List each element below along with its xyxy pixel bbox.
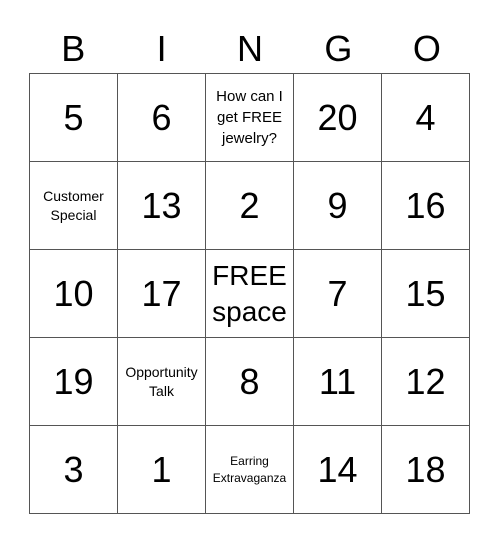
bingo-cell-r5-c1[interactable]: 3 (30, 426, 118, 514)
bingo-cell-r1-c1[interactable]: 5 (30, 74, 118, 162)
bingo-cell-r3-c4[interactable]: 7 (294, 250, 382, 338)
bingo-cell-text: 18 (405, 448, 446, 490)
bingo-cell-text: 6 (151, 96, 172, 138)
bingo-cell-r5-c3[interactable]: Earring Extravaganza (206, 426, 294, 514)
bingo-cell-text: 4 (415, 96, 436, 138)
bingo-card-grid: 5 6 How can I get FREE jewelry? 20 4 Customer… (29, 73, 470, 514)
bingo-cell-text: 9 (327, 184, 348, 226)
bingo-cell-r3-c5[interactable]: 15 (382, 250, 470, 338)
bingo-cell-r1-c4[interactable]: 20 (294, 74, 382, 162)
bingo-cell-r5-c2[interactable]: 1 (118, 426, 206, 514)
bingo-cell-text: Customer Special (43, 187, 104, 223)
header-letter-i: I (156, 28, 167, 69)
bingo-cell-r4-c2[interactable]: Opportunity Talk (118, 338, 206, 426)
bingo-cell-r3-c1[interactable]: 10 (30, 250, 118, 338)
bingo-cell-r2-c5[interactable]: 16 (382, 162, 470, 250)
bingo-header: B I N G O (29, 26, 471, 72)
bingo-cell-text: 7 (327, 272, 348, 314)
bingo-cell-text: 17 (141, 272, 182, 314)
bingo-cell-r4-c5[interactable]: 12 (382, 338, 470, 426)
bingo-cell-text: 12 (405, 360, 446, 402)
bingo-cell-r5-c5[interactable]: 18 (382, 426, 470, 514)
bingo-cell-text: 2 (239, 184, 260, 226)
bingo-cell-r1-c2[interactable]: 6 (118, 74, 206, 162)
bingo-cell-text: 8 (239, 360, 260, 402)
bingo-cell-text: 20 (317, 96, 358, 138)
bingo-cell-text: 1 (151, 448, 172, 490)
bingo-cell-text: How can I get FREE jewelry? (216, 88, 283, 147)
bingo-cell-r1-c5[interactable]: 4 (382, 74, 470, 162)
bingo-cell-text: 3 (63, 448, 84, 490)
bingo-cell-r3-c2[interactable]: 17 (118, 250, 206, 338)
bingo-cell-text: 10 (53, 272, 94, 314)
bingo-cell-text: 16 (405, 184, 446, 226)
header-letter-g: G (324, 28, 353, 69)
bingo-cell-text: 19 (53, 360, 94, 402)
bingo-cell-r2-c3[interactable]: 2 (206, 162, 294, 250)
bingo-cell-r4-c4[interactable]: 11 (294, 338, 382, 426)
bingo-cell-text: 13 (141, 184, 182, 226)
bingo-cell-r3-c3[interactable]: FREE space (206, 250, 294, 338)
bingo-cell-r1-c3[interactable]: How can I get FREE jewelry? (206, 74, 294, 162)
bingo-cell-text: Earring Extravaganza (212, 453, 287, 485)
header-letter-n: N (237, 28, 264, 69)
bingo-cell-r5-c4[interactable]: 14 (294, 426, 382, 514)
bingo-cell-text: 14 (317, 448, 358, 490)
header-letter-b: B (61, 28, 86, 69)
bingo-cell-text: 15 (405, 272, 446, 314)
bingo-cell-text: 11 (318, 360, 357, 402)
bingo-cell-r2-c4[interactable]: 9 (294, 162, 382, 250)
bingo-cell-text: Opportunity Talk (125, 363, 198, 399)
bingo-cell-r2-c2[interactable]: 13 (118, 162, 206, 250)
bingo-cell-r2-c1[interactable]: Customer Special (30, 162, 118, 250)
bingo-cell-r4-c1[interactable]: 19 (30, 338, 118, 426)
bingo-cell-text: 5 (63, 96, 84, 138)
bingo-cell-text: FREE space (212, 259, 287, 327)
bingo-cell-r4-c3[interactable]: 8 (206, 338, 294, 426)
header-letter-o: O (412, 28, 441, 69)
